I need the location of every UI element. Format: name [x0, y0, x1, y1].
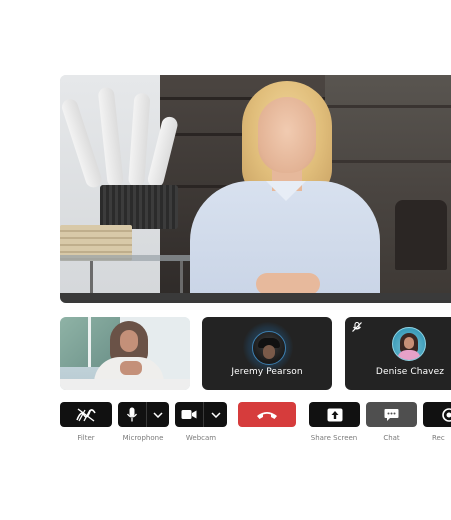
participant-name: Jeremy Pearson: [231, 367, 303, 377]
share-screen-button[interactable]: [309, 402, 360, 427]
record-label: Rec: [432, 434, 445, 442]
avatar: [392, 327, 426, 361]
chat-button[interactable]: [366, 402, 417, 427]
webcam-button[interactable]: [175, 402, 227, 427]
background-basket: [100, 185, 178, 229]
record-icon: [442, 407, 451, 422]
microphone-muted-icon: [352, 321, 362, 332]
filter-button[interactable]: [60, 402, 112, 427]
microphone-icon: [126, 407, 138, 422]
webcam-label: Webcam: [185, 434, 217, 442]
participant-video-tile[interactable]: [60, 317, 190, 390]
microphone-label: Microphone: [122, 434, 164, 442]
speaking-indicator: [243, 322, 293, 372]
chat-label: Chat: [383, 434, 400, 442]
background-chair: [395, 200, 447, 270]
main-speaker-video[interactable]: [60, 75, 451, 303]
chat-bubble-icon: [384, 408, 399, 421]
participant-name: Denise Chavez: [375, 367, 445, 377]
chevron-down-icon: [210, 411, 221, 418]
webcam-options-button[interactable]: [204, 402, 227, 427]
filter-label: Filter: [77, 434, 95, 442]
phone-hangup-icon: [257, 411, 277, 419]
speaker-person: [190, 81, 380, 303]
video-call-viewport: Jeremy Pearson Denise Chavez Filter Micr…: [0, 0, 451, 520]
microphone-options-button[interactable]: [147, 402, 169, 427]
microphone-button[interactable]: [118, 402, 169, 427]
end-call-button[interactable]: [238, 402, 296, 427]
share-screen-label: Share Screen: [310, 434, 358, 442]
chevron-down-icon: [153, 411, 163, 418]
share-screen-icon: [327, 408, 342, 421]
participant-tile-denise[interactable]: Denise Chavez: [345, 317, 451, 390]
record-button[interactable]: [423, 402, 451, 427]
filter-icon: [76, 407, 96, 422]
speaker-desk: [60, 293, 451, 303]
avatar: [252, 331, 286, 365]
webcam-icon: [181, 410, 197, 419]
participant-tile-jeremy[interactable]: Jeremy Pearson: [202, 317, 332, 390]
